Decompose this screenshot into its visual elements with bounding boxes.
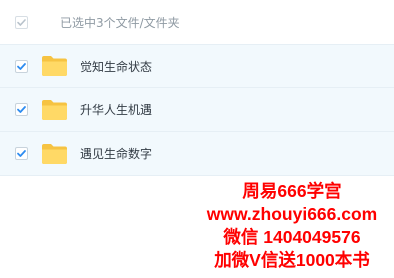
list-item[interactable]: 升华人生机遇 — [0, 88, 394, 132]
watermark-wechat: 微信 1404049576 — [223, 227, 361, 247]
list-item[interactable]: 觉知生命状态 — [0, 44, 394, 88]
watermark-overlay: 周易666学宫 www.zhouyi666.com 微信 1404049576 … — [190, 180, 394, 272]
folder-icon — [42, 99, 67, 120]
list-item[interactable]: 遇见生命数字 — [0, 132, 394, 176]
file-selection-panel: 已选中3个文件/文件夹 觉知生命状态 升华人生机遇 遇见生命数字 周易666学宫… — [0, 0, 394, 278]
folder-icon — [42, 56, 67, 76]
watermark-offer: 加微V信送1000本书 — [214, 250, 370, 270]
item-label[interactable]: 遇见生命数字 — [80, 145, 152, 162]
checkmark-icon — [17, 150, 26, 157]
file-list: 觉知生命状态 升华人生机遇 遇见生命数字 — [0, 44, 394, 176]
checkmark-icon — [17, 18, 26, 26]
checkmark-icon — [17, 62, 26, 70]
watermark-title: 周易666学宫 — [242, 181, 342, 201]
item-checkbox[interactable] — [15, 59, 28, 73]
selection-summary: 已选中3个文件/文件夹 — [60, 15, 180, 30]
select-all-checkbox[interactable] — [15, 15, 28, 29]
folder-icon — [42, 143, 67, 164]
watermark-website: www.zhouyi666.com — [206, 204, 378, 224]
selection-header: 已选中3个文件/文件夹 — [0, 0, 394, 44]
item-checkbox[interactable] — [15, 147, 28, 160]
item-checkbox[interactable] — [15, 103, 28, 116]
checkmark-icon — [17, 106, 26, 113]
item-label[interactable]: 觉知生命状态 — [80, 58, 152, 75]
item-label[interactable]: 升华人生机遇 — [80, 101, 152, 118]
